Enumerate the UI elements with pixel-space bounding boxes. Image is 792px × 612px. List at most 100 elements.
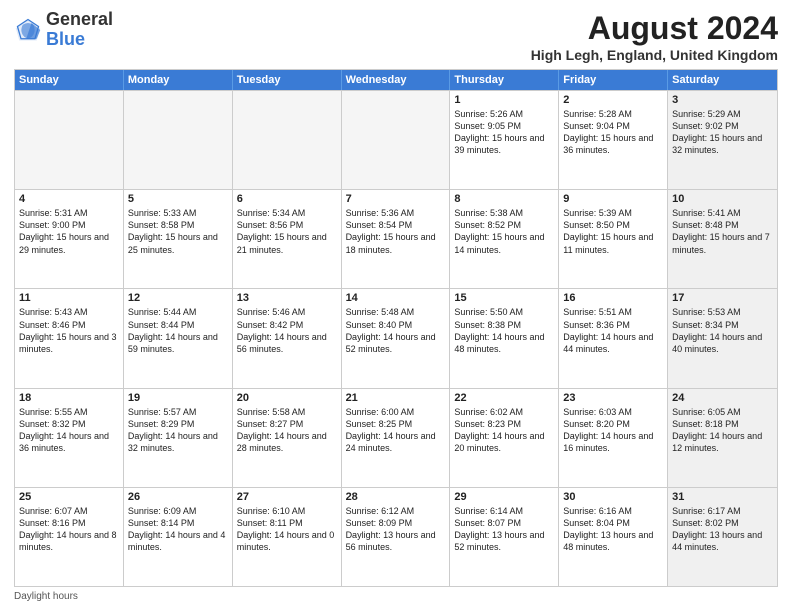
day-info: Sunrise: 6:09 AM Sunset: 8:14 PM Dayligh… [128,505,228,554]
day-number: 16 [563,292,663,304]
logo-blue: Blue [46,30,113,50]
empty-cell [15,91,124,189]
day-cell-27: 27 Sunrise: 6:10 AM Sunset: 8:11 PM Dayli… [233,488,342,586]
day-info: Sunrise: 5:34 AM Sunset: 8:56 PM Dayligh… [237,207,337,256]
day-cell-16: 16 Sunrise: 5:51 AM Sunset: 8:36 PM Dayli… [559,289,668,387]
day-info: Sunrise: 5:51 AM Sunset: 8:36 PM Dayligh… [563,306,663,355]
logo-general: General [46,10,113,30]
day-cell-20: 20 Sunrise: 5:58 AM Sunset: 8:27 PM Dayli… [233,389,342,487]
day-cell-3: 3 Sunrise: 5:29 AM Sunset: 9:02 PM Daylig… [668,91,777,189]
empty-cell [342,91,451,189]
empty-cell [233,91,342,189]
empty-cell [124,91,233,189]
day-cell-13: 13 Sunrise: 5:46 AM Sunset: 8:42 PM Dayli… [233,289,342,387]
day-cell-22: 22 Sunrise: 6:02 AM Sunset: 8:23 PM Dayli… [450,389,559,487]
day-number: 21 [346,392,446,404]
day-number: 7 [346,193,446,205]
day-cell-29: 29Sunrise: 6:14 AM Sunset: 8:07 PM Dayli… [450,488,559,586]
day-info: Sunrise: 5:41 AM Sunset: 8:48 PM Dayligh… [672,207,773,256]
day-cell-19: 19Sunrise: 5:57 AM Sunset: 8:29 PM Dayli… [124,389,233,487]
logo: General Blue [14,10,113,50]
day-info: Sunrise: 5:33 AM Sunset: 8:58 PM Dayligh… [128,207,228,256]
day-number: 10 [672,193,773,205]
week-row-1: 1 Sunrise: 5:26 AM Sunset: 9:05 PM Daylig… [15,90,777,189]
day-header-wednesday: Wednesday [342,70,451,90]
day-number: 19 [128,392,228,404]
day-info: Sunrise: 5:36 AM Sunset: 8:54 PM Dayligh… [346,207,446,256]
week-row-2: 4Sunrise: 5:31 AM Sunset: 9:00 PM Daylig… [15,189,777,288]
day-cell-31: 31 Sunrise: 6:17 AM Sunset: 8:02 PM Dayli… [668,488,777,586]
day-header-saturday: Saturday [668,70,777,90]
day-number: 11 [19,292,119,304]
day-header-monday: Monday [124,70,233,90]
day-number: 18 [19,392,119,404]
day-number: 3 [672,94,773,106]
day-cell-23: 23Sunrise: 6:03 AM Sunset: 8:20 PM Dayli… [559,389,668,487]
day-info: Sunrise: 6:17 AM Sunset: 8:02 PM Dayligh… [672,505,773,554]
day-number: 28 [346,491,446,503]
day-number: 26 [128,491,228,503]
day-number: 25 [19,491,119,503]
week-row-4: 18Sunrise: 5:55 AM Sunset: 8:32 PM Dayli… [15,388,777,487]
day-cell-11: 11Sunrise: 5:43 AM Sunset: 8:46 PM Dayli… [15,289,124,387]
day-cell-28: 28Sunrise: 6:12 AM Sunset: 8:09 PM Dayli… [342,488,451,586]
calendar: SundayMondayTuesdayWednesdayThursdayFrid… [14,69,778,587]
day-info: Sunrise: 6:05 AM Sunset: 8:18 PM Dayligh… [672,406,773,455]
logo-text: General Blue [46,10,113,50]
day-info: Sunrise: 6:00 AM Sunset: 8:25 PM Dayligh… [346,406,446,455]
day-number: 5 [128,193,228,205]
week-row-5: 25 Sunrise: 6:07 AM Sunset: 8:16 PM Dayli… [15,487,777,586]
day-number: 24 [672,392,773,404]
day-info: Sunrise: 6:07 AM Sunset: 8:16 PM Dayligh… [19,505,119,554]
day-cell-1: 1 Sunrise: 5:26 AM Sunset: 9:05 PM Daylig… [450,91,559,189]
day-cell-8: 8Sunrise: 5:38 AM Sunset: 8:52 PM Daylig… [450,190,559,288]
day-cell-24: 24 Sunrise: 6:05 AM Sunset: 8:18 PM Dayli… [668,389,777,487]
day-info: Sunrise: 5:31 AM Sunset: 9:00 PM Dayligh… [19,207,119,256]
day-number: 27 [237,491,337,503]
day-info: Sunrise: 5:39 AM Sunset: 8:50 PM Dayligh… [563,207,663,256]
day-info: Sunrise: 5:28 AM Sunset: 9:04 PM Dayligh… [563,108,663,157]
day-cell-5: 5 Sunrise: 5:33 AM Sunset: 8:58 PM Daylig… [124,190,233,288]
day-info: Sunrise: 5:53 AM Sunset: 8:34 PM Dayligh… [672,306,773,355]
day-cell-7: 7 Sunrise: 5:36 AM Sunset: 8:54 PM Daylig… [342,190,451,288]
day-cell-2: 2Sunrise: 5:28 AM Sunset: 9:04 PM Daylig… [559,91,668,189]
day-number: 1 [454,94,554,106]
header: General Blue August 2024 High Legh, Engl… [14,10,778,63]
day-info: Sunrise: 5:29 AM Sunset: 9:02 PM Dayligh… [672,108,773,157]
day-info: Sunrise: 5:26 AM Sunset: 9:05 PM Dayligh… [454,108,554,157]
day-info: Sunrise: 5:44 AM Sunset: 8:44 PM Dayligh… [128,306,228,355]
day-number: 13 [237,292,337,304]
day-number: 17 [672,292,773,304]
day-cell-18: 18Sunrise: 5:55 AM Sunset: 8:32 PM Dayli… [15,389,124,487]
month-title: August 2024 [531,10,778,47]
day-info: Sunrise: 5:58 AM Sunset: 8:27 PM Dayligh… [237,406,337,455]
day-cell-10: 10 Sunrise: 5:41 AM Sunset: 8:48 PM Dayli… [668,190,777,288]
day-cell-25: 25 Sunrise: 6:07 AM Sunset: 8:16 PM Dayli… [15,488,124,586]
location: High Legh, England, United Kingdom [531,47,778,63]
footer: Daylight hours [14,591,778,602]
day-info: Sunrise: 5:46 AM Sunset: 8:42 PM Dayligh… [237,306,337,355]
day-info: Sunrise: 5:48 AM Sunset: 8:40 PM Dayligh… [346,306,446,355]
day-number: 15 [454,292,554,304]
day-number: 14 [346,292,446,304]
page: General Blue August 2024 High Legh, Engl… [0,0,792,612]
day-cell-4: 4Sunrise: 5:31 AM Sunset: 9:00 PM Daylig… [15,190,124,288]
day-number: 9 [563,193,663,205]
day-number: 29 [454,491,554,503]
day-cell-6: 6 Sunrise: 5:34 AM Sunset: 8:56 PM Daylig… [233,190,342,288]
day-cell-9: 9 Sunrise: 5:39 AM Sunset: 8:50 PM Daylig… [559,190,668,288]
day-info: Sunrise: 6:16 AM Sunset: 8:04 PM Dayligh… [563,505,663,554]
day-header-tuesday: Tuesday [233,70,342,90]
day-number: 20 [237,392,337,404]
day-info: Sunrise: 6:02 AM Sunset: 8:23 PM Dayligh… [454,406,554,455]
day-header-sunday: Sunday [15,70,124,90]
day-number: 6 [237,193,337,205]
day-info: Sunrise: 5:38 AM Sunset: 8:52 PM Dayligh… [454,207,554,256]
day-info: Sunrise: 6:10 AM Sunset: 8:11 PM Dayligh… [237,505,337,554]
day-number: 22 [454,392,554,404]
day-cell-15: 15Sunrise: 5:50 AM Sunset: 8:38 PM Dayli… [450,289,559,387]
calendar-body: 1 Sunrise: 5:26 AM Sunset: 9:05 PM Daylig… [15,90,777,586]
day-cell-12: 12Sunrise: 5:44 AM Sunset: 8:44 PM Dayli… [124,289,233,387]
title-block: August 2024 High Legh, England, United K… [531,10,778,63]
day-number: 31 [672,491,773,503]
